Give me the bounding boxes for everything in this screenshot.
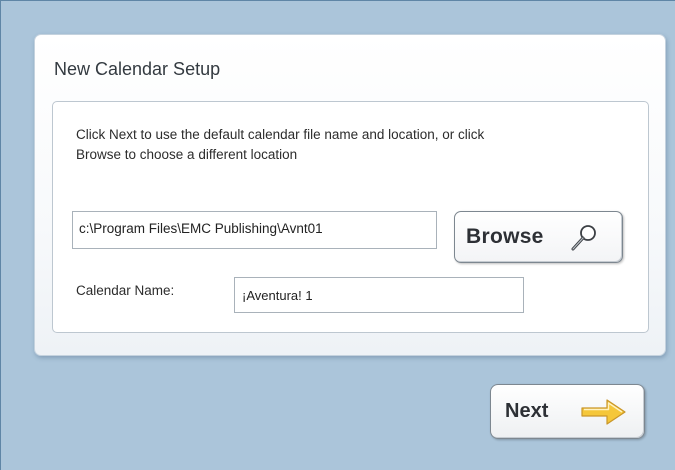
browse-button[interactable]: Browse — [454, 211, 623, 263]
app-window: New Calendar Setup Click Next to use the… — [0, 0, 675, 470]
magnifier-icon — [571, 225, 596, 251]
instructions-text: Click Next to use the default calendar f… — [76, 127, 485, 162]
browse-button-label: Browse — [466, 225, 544, 248]
arrow-right-icon — [581, 399, 626, 425]
calendar-name-label: Calendar Name: — [76, 283, 175, 298]
next-button-label: Next — [505, 400, 549, 422]
dialog-title: New Calendar Setup — [54, 59, 221, 79]
setup-form: Click Next to use the default calendar f… — [52, 101, 649, 333]
calendar-name-field[interactable] — [234, 277, 524, 313]
setup-panel: New Calendar Setup Click Next to use the… — [34, 34, 666, 356]
next-button[interactable]: Next — [490, 384, 645, 439]
location-path-field[interactable] — [72, 211, 437, 249]
